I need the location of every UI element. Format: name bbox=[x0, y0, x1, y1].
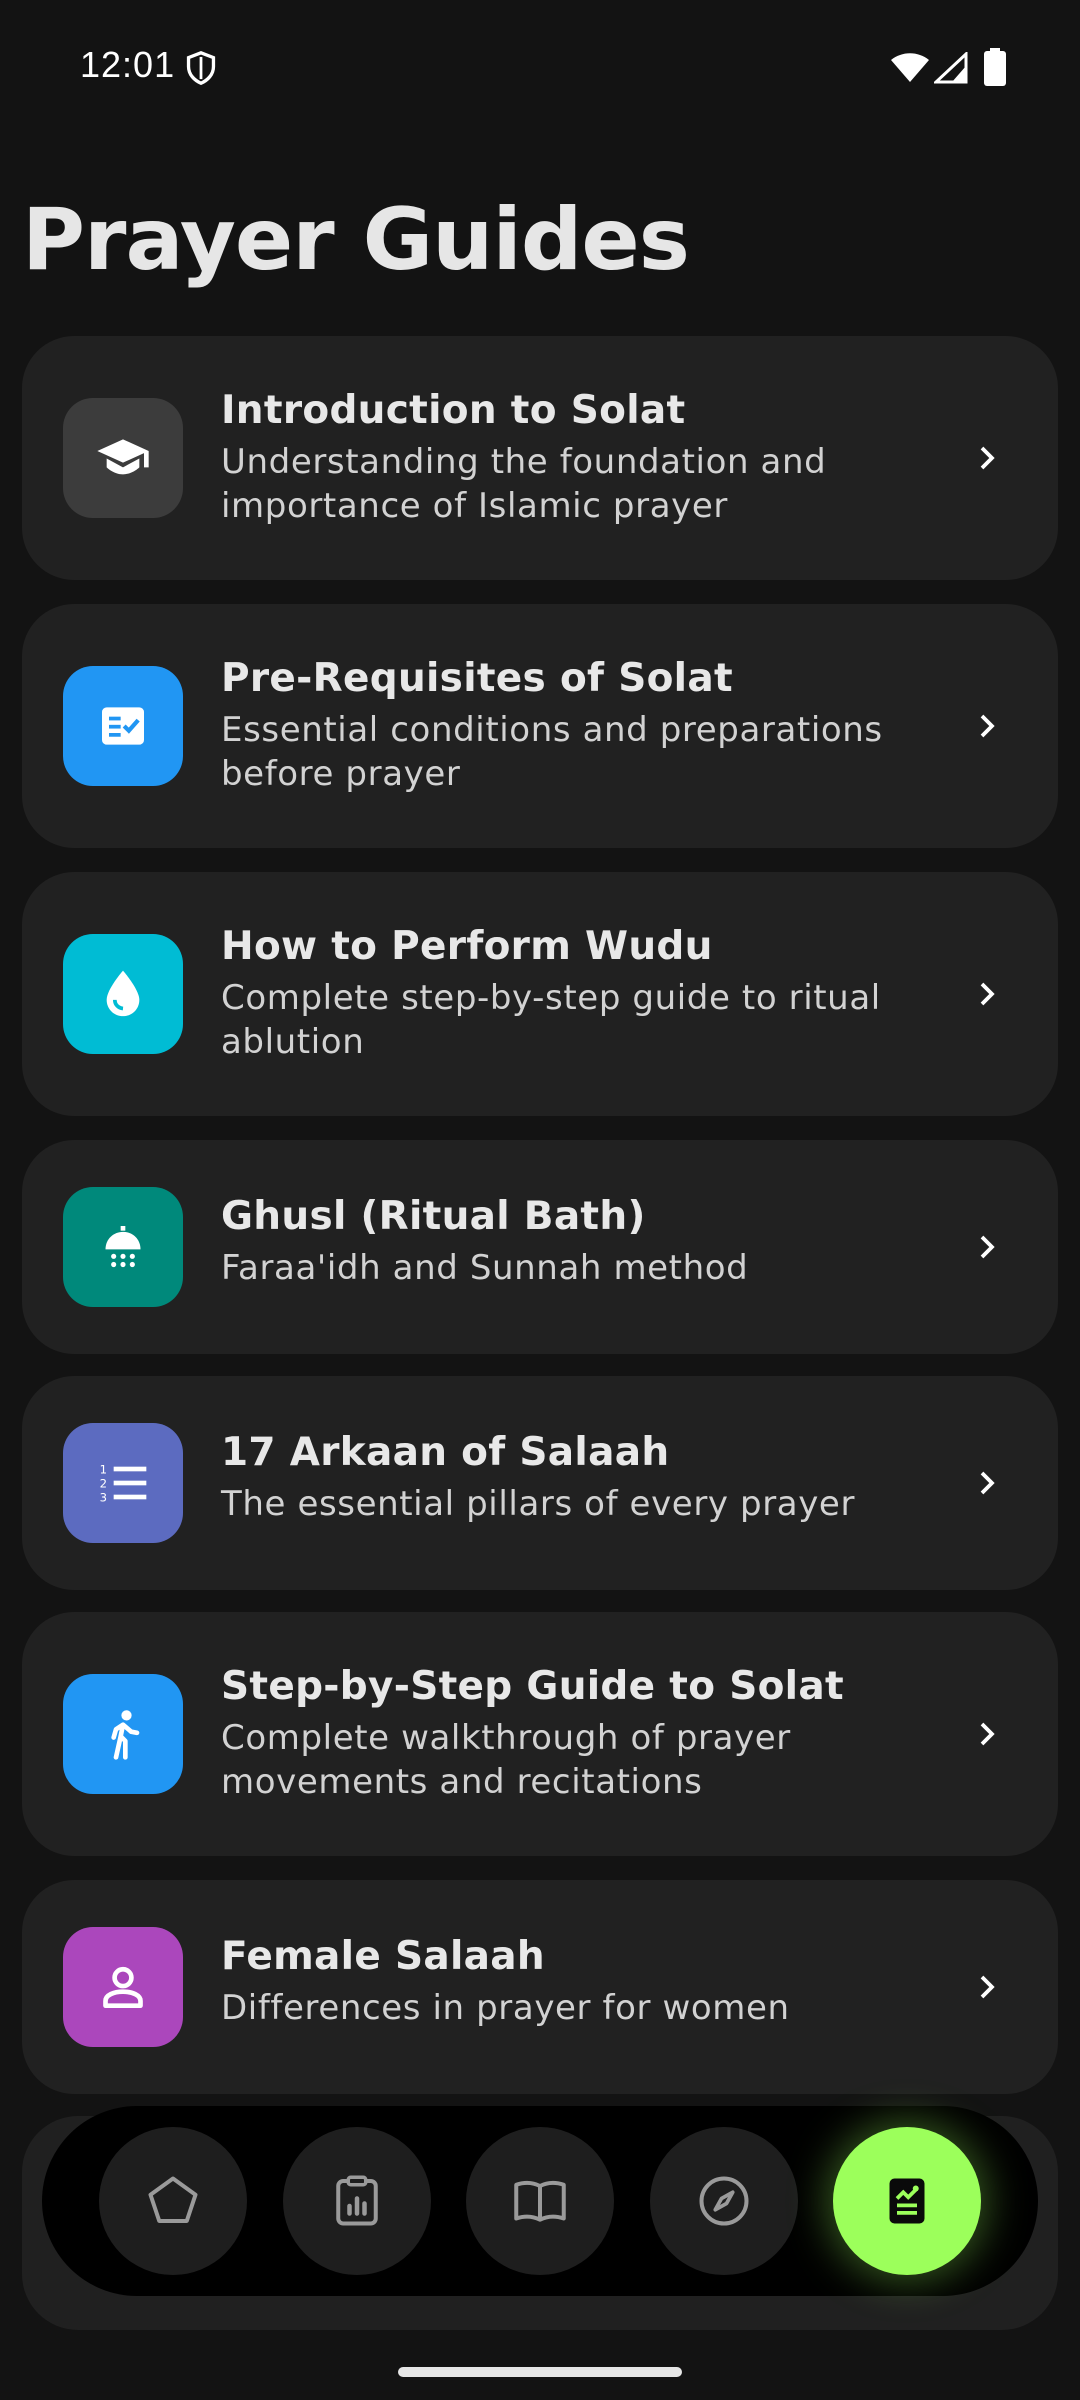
battery-icon bbox=[984, 48, 1006, 86]
svg-text:1: 1 bbox=[100, 1463, 107, 1477]
guide-description: Faraa'idh and Sunnah method bbox=[221, 1248, 749, 1288]
guide-card-step-by-step-guide-to-solat[interactable]: Step-by-Step Guide to Solat Complete wal… bbox=[22, 1612, 1058, 1856]
guide-icon-container bbox=[63, 398, 183, 518]
person-icon bbox=[103, 1966, 143, 2008]
guide-text: 17 Arkaan of Salaah The essential pillar… bbox=[221, 1428, 938, 1526]
guide-card-how-to-perform-wudu[interactable]: How to Perform Wudu Complete step-by-ste… bbox=[22, 872, 1058, 1116]
guide-description: Complete step-by-step guide to ritual ab… bbox=[221, 978, 881, 1062]
guide-description: Differences in prayer for women bbox=[221, 1988, 790, 2028]
guide-description: Essential conditions and preparations be… bbox=[221, 710, 883, 794]
guide-icon-container bbox=[63, 666, 183, 786]
guide-text: Ghusl (Ritual Bath) Faraa'idh and Sunnah… bbox=[221, 1192, 938, 1290]
guide-title: How to Perform Wudu bbox=[221, 924, 713, 969]
guide-card-pre-requisites-of-solat[interactable]: Pre-Requisites of Solat Essential condit… bbox=[22, 604, 1058, 848]
guide-description: Understanding the foundation and importa… bbox=[221, 442, 827, 526]
home-indicator[interactable] bbox=[398, 2367, 682, 2377]
checklist-icon bbox=[102, 707, 144, 745]
pentagon-icon bbox=[148, 2176, 198, 2223]
nav-quran-button[interactable] bbox=[466, 2127, 614, 2275]
walking-person-icon bbox=[111, 1710, 140, 1760]
chevron-right-icon bbox=[980, 982, 995, 1006]
shield-icon bbox=[186, 50, 216, 86]
guide-card-17-arkaan-of-salaah[interactable]: 1 2 3 17 Arkaan of Salaah The essential … bbox=[22, 1376, 1058, 1590]
chevron-right-icon bbox=[980, 1471, 995, 1495]
open-book-icon bbox=[514, 2181, 566, 2222]
svg-text:2: 2 bbox=[100, 1477, 107, 1491]
svg-text:3: 3 bbox=[100, 1491, 107, 1505]
graduation-cap-icon bbox=[97, 439, 149, 475]
guide-description: Complete walkthrough of prayer movements… bbox=[221, 1718, 791, 1802]
guide-icon-container bbox=[63, 1187, 183, 1307]
guide-card-female-salaah[interactable]: Female Salaah Differences in prayer for … bbox=[22, 1880, 1058, 2094]
guide-title: Step-by-Step Guide to Solat bbox=[221, 1664, 844, 1709]
guide-title: 17 Arkaan of Salaah bbox=[221, 1430, 670, 1475]
guide-title: Pre-Requisites of Solat bbox=[221, 656, 733, 701]
chevron-right-icon bbox=[980, 1975, 995, 1999]
status-time: 12:01 bbox=[80, 44, 176, 85]
numbered-list-icon: 1 2 3 bbox=[100, 1463, 147, 1505]
compass-icon bbox=[699, 2176, 749, 2226]
guide-icon-container bbox=[63, 1674, 183, 1794]
guide-title: Introduction to Solat bbox=[221, 388, 686, 433]
cellular-signal-icon bbox=[934, 52, 968, 84]
guide-text: How to Perform Wudu Complete step-by-ste… bbox=[221, 922, 938, 1064]
chevron-right-icon bbox=[980, 1722, 995, 1746]
chevron-right-icon bbox=[980, 1235, 995, 1259]
nav-guides-button[interactable] bbox=[833, 2127, 981, 2275]
guide-text: Step-by-Step Guide to Solat Complete wal… bbox=[221, 1662, 938, 1804]
status-bar: 12:01 bbox=[0, 0, 1080, 135]
guide-icon-container bbox=[63, 1927, 183, 2047]
clipboard-chart-icon bbox=[336, 2175, 378, 2226]
shower-icon bbox=[105, 1226, 141, 1268]
guide-text: Introduction to Solat Understanding the … bbox=[221, 386, 938, 528]
guide-card-ghusl[interactable]: Ghusl (Ritual Bath) Faraa'idh and Sunnah… bbox=[22, 1140, 1058, 1354]
guide-text: Pre-Requisites of Solat Essential condit… bbox=[221, 654, 938, 796]
guide-title: Female Salaah bbox=[221, 1934, 545, 1979]
guide-text: Female Salaah Differences in prayer for … bbox=[221, 1932, 938, 2030]
guide-card-introduction-to-solat[interactable]: Introduction to Solat Understanding the … bbox=[22, 336, 1058, 580]
guide-description: The essential pillars of every prayer bbox=[221, 1484, 856, 1524]
page-title: Prayer Guides bbox=[22, 190, 690, 290]
guide-title: Ghusl (Ritual Bath) bbox=[221, 1194, 646, 1239]
guide-document-icon bbox=[889, 2178, 925, 2224]
guide-icon-container: 1 2 3 bbox=[63, 1423, 183, 1543]
guide-icon-container bbox=[63, 934, 183, 1054]
wifi-icon bbox=[891, 53, 929, 82]
chevron-right-icon bbox=[980, 446, 995, 470]
nav-tracker-button[interactable] bbox=[283, 2127, 431, 2275]
nav-home-button[interactable] bbox=[99, 2127, 247, 2275]
chevron-right-icon bbox=[980, 714, 995, 738]
nav-qibla-button[interactable] bbox=[650, 2127, 798, 2275]
water-drop-icon bbox=[106, 970, 140, 1017]
